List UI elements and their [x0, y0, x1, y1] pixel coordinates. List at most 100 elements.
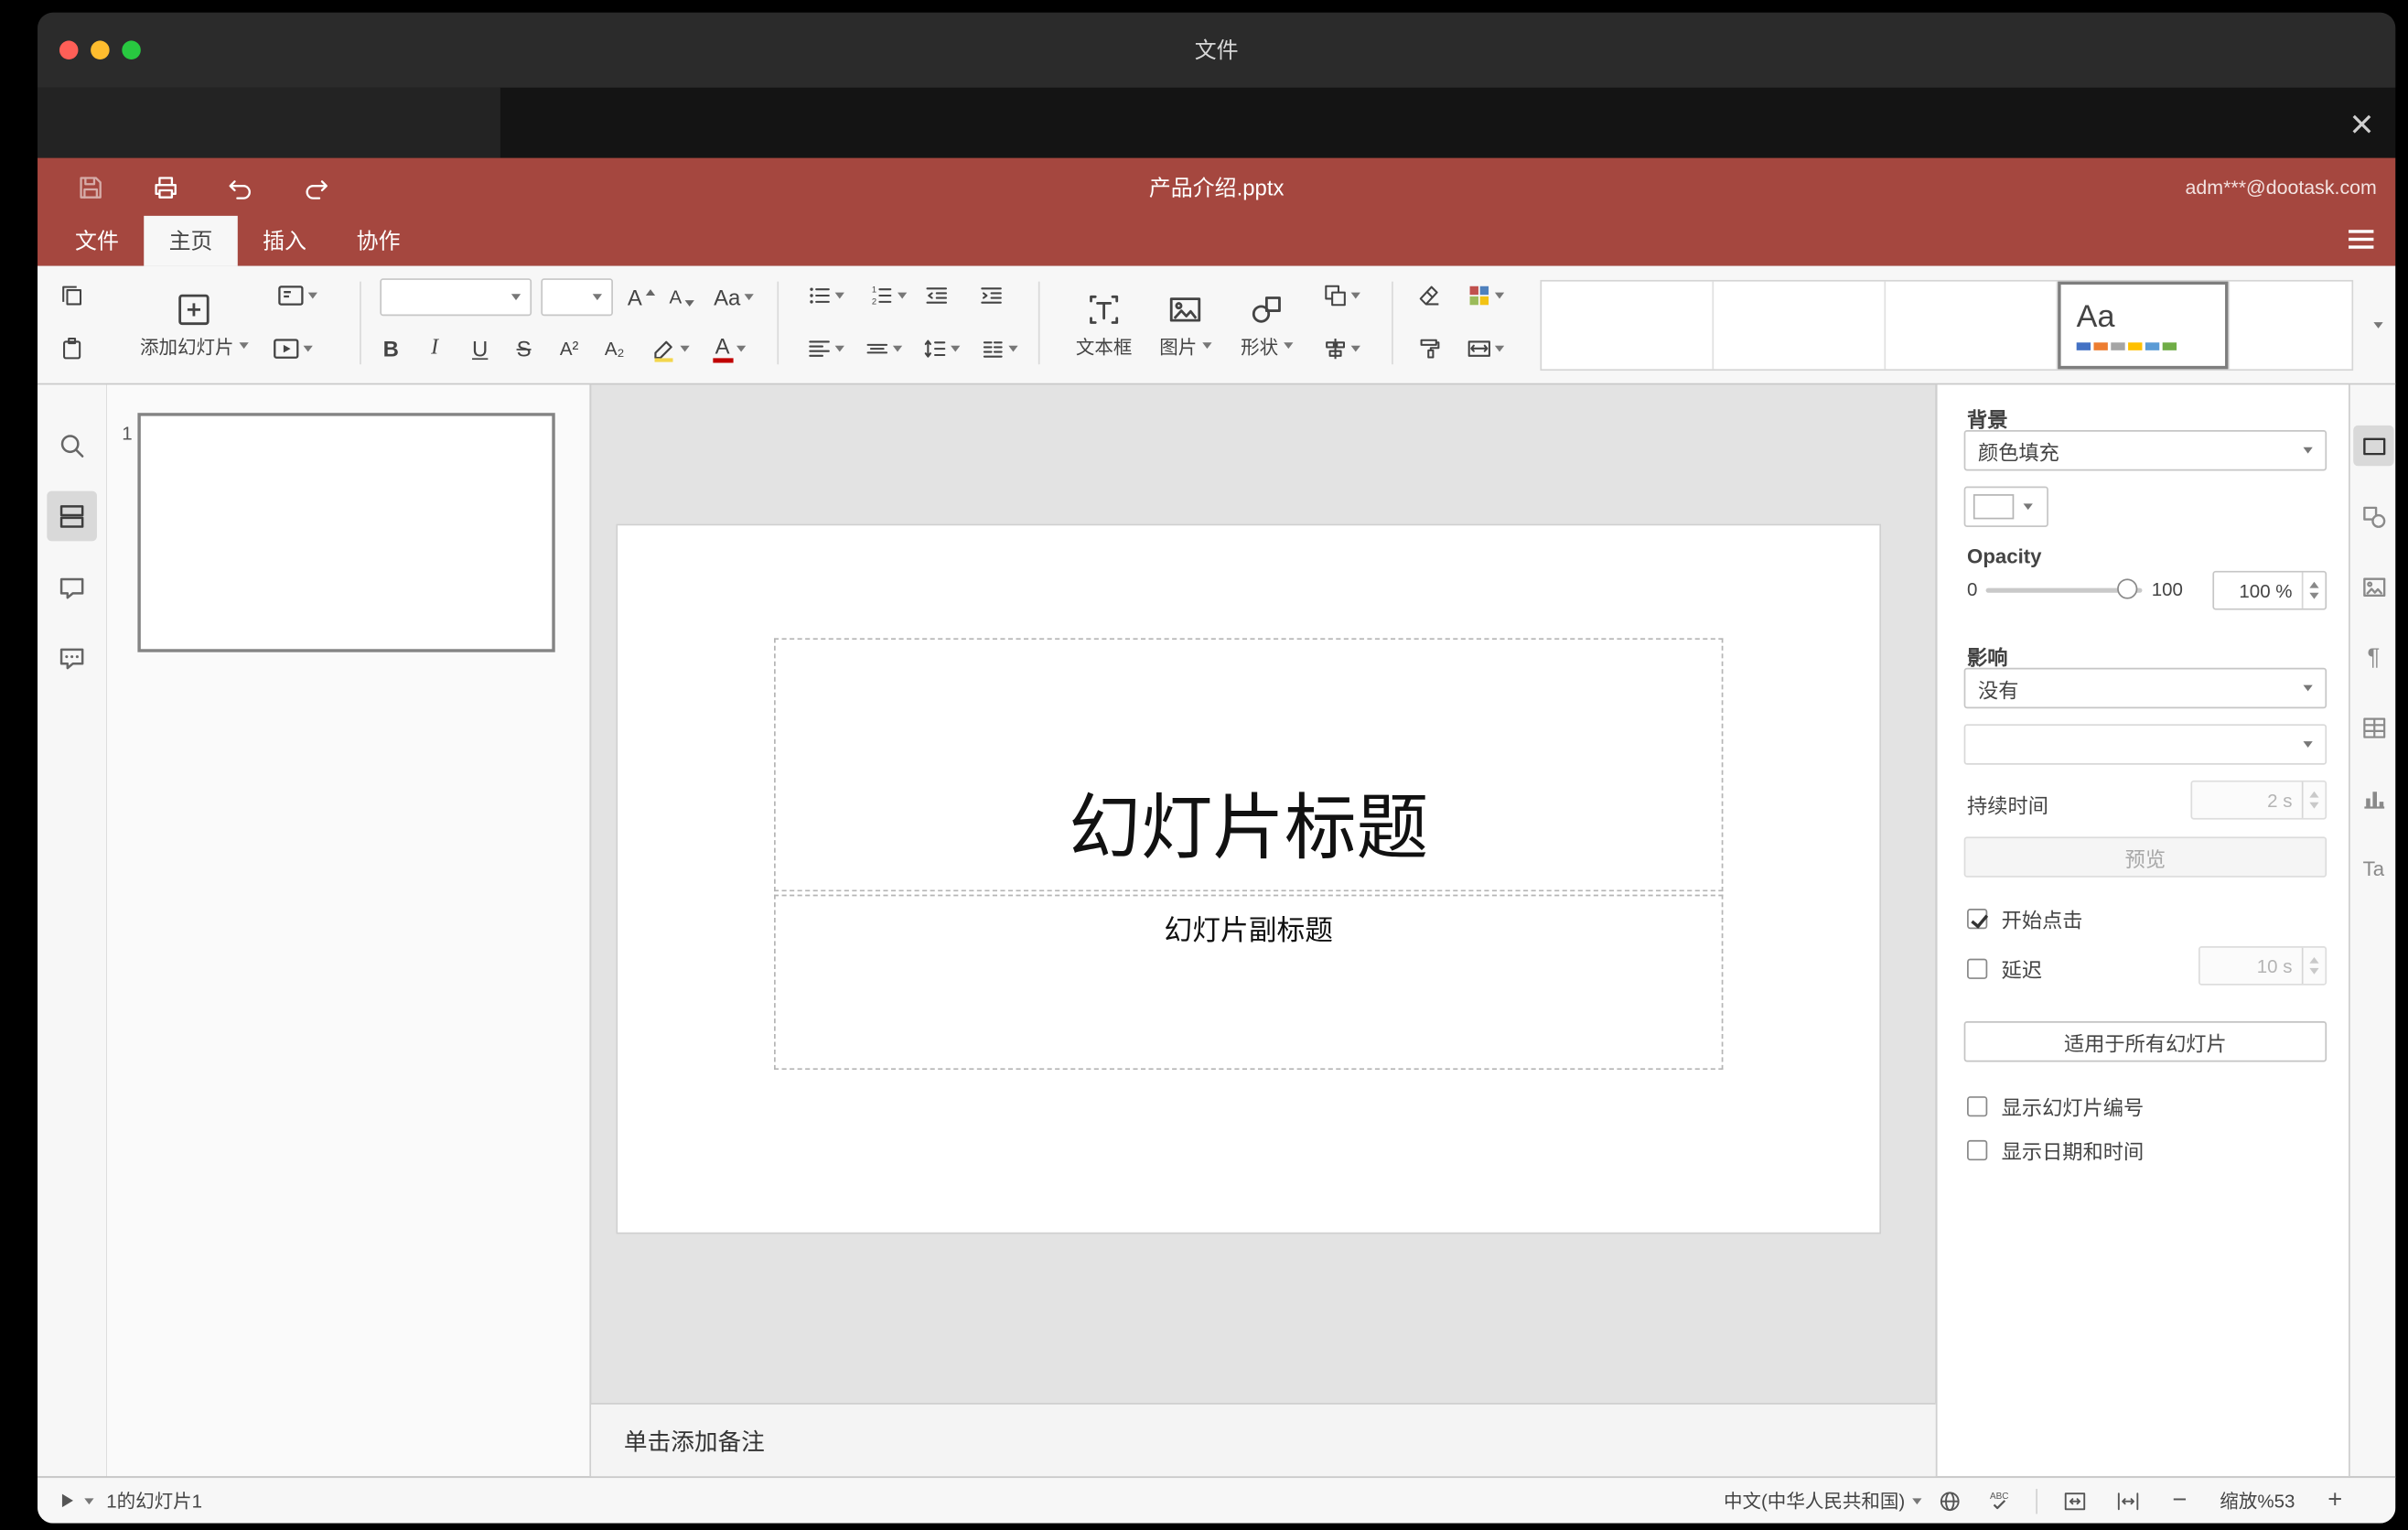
redo-button[interactable]	[300, 171, 331, 202]
decrease-font-button[interactable]: A	[661, 277, 702, 318]
add-slide-button[interactable]: 添加幻灯片	[122, 271, 265, 381]
insert-shape-button[interactable]: 形状	[1231, 271, 1303, 381]
change-case-glyph: Aa	[714, 285, 741, 310]
zoom-in-button[interactable]: +	[2327, 1487, 2342, 1513]
slides-panel-button[interactable]	[47, 490, 97, 542]
bullets-button[interactable]	[798, 275, 855, 316]
increase-indent-button[interactable]	[971, 275, 1011, 316]
notes-area[interactable]: 单击添加备注	[591, 1403, 1936, 1477]
change-case-button[interactable]: Aa	[705, 277, 762, 318]
textart-settings-button[interactable]: Ta	[2353, 847, 2393, 888]
font-name-select[interactable]	[380, 278, 532, 317]
theme-option[interactable]	[1886, 281, 2059, 370]
fit-width-button[interactable]	[2116, 1488, 2141, 1513]
undo-button[interactable]	[225, 171, 256, 202]
decrease-indent-button[interactable]	[917, 275, 957, 316]
close-icon[interactable]: ×	[2349, 103, 2373, 144]
feedback-button[interactable]	[47, 633, 97, 684]
copy-style-button[interactable]	[1409, 329, 1449, 369]
print-button[interactable]	[150, 171, 181, 202]
effect-variant-select[interactable]	[1963, 724, 2327, 765]
theme-option-selected[interactable]: Aa	[2058, 281, 2231, 370]
show-datetime-checkbox[interactable]	[1967, 1139, 1988, 1161]
subscript-button[interactable]: A₂	[594, 329, 634, 369]
show-slide-number-checkbox[interactable]	[1967, 1096, 1988, 1117]
spinner-arrows-icon[interactable]	[2301, 781, 2326, 818]
language-select[interactable]: 中文(中华人民共和国)	[1724, 1487, 1923, 1514]
subscript-glyph: A₂	[604, 338, 625, 361]
arrange-shape-button[interactable]	[1314, 275, 1371, 316]
theme-gallery-expand-button[interactable]	[2364, 280, 2392, 371]
increase-font-button[interactable]: A	[621, 277, 661, 318]
textbox-button[interactable]: 文本框	[1068, 271, 1140, 381]
background-fill-select[interactable]: 颜色填充	[1963, 430, 2327, 471]
strikeout-button[interactable]: S	[503, 329, 543, 369]
slide-size-button[interactable]	[1457, 329, 1514, 369]
table-settings-button[interactable]	[2353, 707, 2393, 748]
duration-input[interactable]: 2 s	[2190, 780, 2327, 820]
delay-input[interactable]: 10 s	[2198, 946, 2327, 986]
start-slideshow-status-button[interactable]	[57, 1489, 94, 1513]
title-placeholder[interactable]: 幻灯片标题	[774, 638, 1724, 892]
comments-button[interactable]	[47, 563, 97, 613]
tab-insert[interactable]: 插入	[238, 216, 332, 266]
numbered-list-button[interactable]: 12	[860, 275, 917, 316]
slide-settings-button[interactable]	[2353, 425, 2394, 467]
menu-icon[interactable]	[2349, 230, 2374, 249]
font-color-button[interactable]: A	[701, 329, 758, 369]
shape-settings-button[interactable]	[2353, 496, 2393, 536]
align-shape-button[interactable]	[1314, 329, 1371, 369]
close-window-button[interactable]	[59, 40, 79, 59]
apply-to-all-slides-button[interactable]: 适用于所有幻灯片	[1963, 1021, 2327, 1062]
spinner-arrows-icon[interactable]	[2301, 572, 2326, 609]
minimize-window-button[interactable]	[91, 40, 110, 59]
slide-layout-button[interactable]	[269, 275, 326, 316]
theme-option[interactable]	[1542, 281, 1715, 370]
zoom-out-button[interactable]: −	[2172, 1487, 2187, 1513]
fit-slide-button[interactable]	[2063, 1488, 2088, 1513]
theme-option[interactable]	[1714, 281, 1887, 370]
start-slideshow-toolbar-button[interactable]	[264, 329, 321, 369]
zoom-window-button[interactable]	[122, 40, 141, 59]
opacity-input[interactable]: 100 %	[2212, 570, 2327, 610]
superscript-button[interactable]: A²	[549, 329, 589, 369]
columns-button[interactable]	[971, 329, 1027, 369]
spellcheck-button[interactable]: ABC	[1988, 1487, 2015, 1514]
background-color-picker[interactable]	[1963, 486, 2048, 527]
start-on-click-checkbox[interactable]	[1967, 908, 1988, 930]
insert-image-button[interactable]: 图片	[1149, 271, 1221, 381]
preview-button[interactable]: 预览	[1963, 836, 2327, 878]
clear-style-button[interactable]	[1409, 275, 1449, 316]
font-size-select[interactable]	[541, 278, 613, 317]
paragraph-settings-button[interactable]: ¶	[2353, 637, 2393, 677]
set-language-button[interactable]	[1938, 1488, 1962, 1513]
line-spacing-button[interactable]	[913, 329, 970, 369]
opacity-slider-handle[interactable]	[2117, 578, 2138, 599]
vertical-align-button[interactable]	[855, 329, 912, 369]
slide-thumbnail[interactable]	[137, 413, 555, 652]
color-scheme-button[interactable]	[1457, 275, 1514, 316]
horizontal-align-button[interactable]	[798, 329, 855, 369]
transition-effect-select[interactable]: 没有	[1963, 667, 2327, 709]
underline-button[interactable]: U	[459, 329, 500, 369]
save-button[interactable]	[75, 171, 106, 202]
paste-button[interactable]	[51, 329, 91, 369]
image-settings-button[interactable]	[2353, 566, 2393, 607]
delay-checkbox[interactable]	[1967, 958, 1988, 979]
slide-editor-area[interactable]: 幻灯片标题 幻灯片副标题 单击添加备注	[591, 384, 1936, 1477]
tab-collaboration[interactable]: 协作	[331, 216, 425, 266]
image-label: 图片	[1159, 335, 1198, 358]
slide-canvas[interactable]: 幻灯片标题 幻灯片副标题	[616, 523, 1882, 1234]
theme-option[interactable]	[2230, 282, 2351, 370]
spinner-arrows-icon[interactable]	[2301, 947, 2326, 985]
subtitle-placeholder[interactable]: 幻灯片副标题	[774, 894, 1724, 1071]
bold-button[interactable]: B	[371, 329, 411, 369]
tab-home[interactable]: 主页	[144, 215, 238, 266]
chart-settings-button[interactable]	[2353, 777, 2393, 817]
search-button[interactable]	[47, 421, 97, 471]
highlight-color-button[interactable]	[641, 329, 698, 369]
italic-button[interactable]: I	[414, 329, 455, 369]
copy-button[interactable]	[51, 275, 91, 316]
tab-file[interactable]: 文件	[50, 216, 145, 266]
delay-label: 延迟	[2001, 958, 2043, 983]
